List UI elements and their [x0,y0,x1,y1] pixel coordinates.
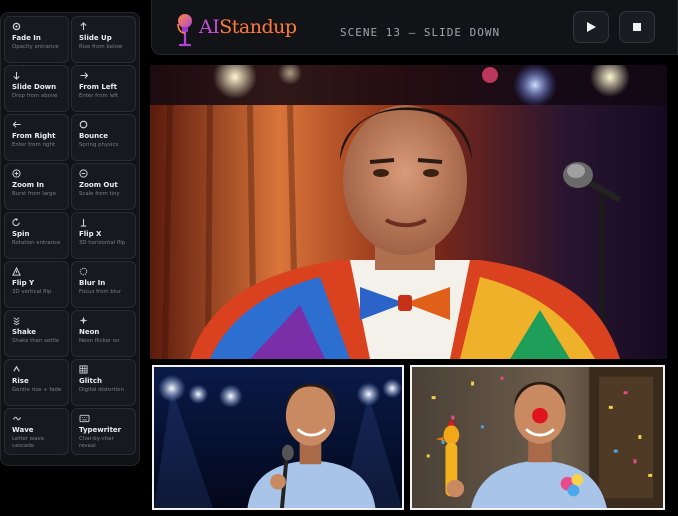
effect-name: From Right [12,132,56,140]
effect-from-left-button[interactable]: From Left Enter from left [71,65,136,112]
shake-icon [12,316,62,326]
effect-blur-in-button[interactable]: Blur In Focus from blur [71,261,136,308]
zoom-out-icon [79,169,129,179]
effect-description: Drop from above [12,93,58,99]
thumbnail-scene-clown[interactable] [410,365,665,510]
effect-description: Enter from left [79,93,119,99]
effect-zoom-out-button[interactable]: Zoom Out Scale from tiny [71,163,136,210]
brand-title: AIStandup [199,16,297,38]
brand-prefix: AI [199,16,220,38]
effect-description: Rise from below [79,44,123,50]
effect-shake-button[interactable]: Shake Shake then settle [4,310,69,357]
sparkle-icon [79,316,129,326]
brand-suffix: Standup [219,16,297,38]
blur-icon [79,267,129,277]
arrow-left-icon [12,120,62,130]
effect-name: Slide Down [12,83,57,91]
rotate-icon [12,218,62,228]
arrow-up-icon [79,22,129,32]
effect-name: Typewriter [79,426,122,434]
wave-icon [12,414,62,424]
effect-flip-x-button[interactable]: Flip X 3D horizontal flip [71,212,136,259]
circle-icon [12,22,62,32]
stop-button[interactable] [619,11,655,43]
stop-icon [633,23,641,31]
effect-glitch-button[interactable]: Glitch Digital distortion [71,359,136,406]
effect-description: Shake then settle [12,338,60,344]
zoom-in-icon [12,169,62,179]
microphone-logo-icon [177,14,192,47]
thumbnail-scene-spotlight[interactable] [152,365,404,510]
effect-flip-y-button[interactable]: Flip Y 3D vertical flip [4,261,69,308]
effect-name: Glitch [79,377,103,385]
effect-description: Enter from right [12,142,56,148]
glitch-icon [79,365,129,375]
flip-x-icon [79,218,129,228]
effect-name: Rise [12,377,29,385]
effect-from-right-button[interactable]: From Right Enter from right [4,114,69,161]
effect-description: Letter wave cascade [12,436,44,449]
effect-name: Neon [79,328,100,336]
effect-slide-down-button[interactable]: Slide Down Drop from above [4,65,69,112]
effect-name: Flip Y [12,279,35,287]
effect-slide-up-button[interactable]: Slide Up Rise from below [71,16,136,63]
arrow-right-icon [79,71,129,81]
effect-wave-button[interactable]: Wave Letter wave cascade [4,408,69,455]
play-icon [587,22,596,32]
effect-spin-button[interactable]: Spin Rotation entrance [4,212,69,259]
effect-name: Shake [12,328,36,336]
effect-name: Zoom In [12,181,45,189]
effect-description: Gentle rise + fade [12,387,62,393]
effect-description: Neon flicker on [79,338,120,344]
effect-zoom-in-button[interactable]: Zoom In Burst from large [4,163,69,210]
effect-description: Opacity entrance [12,44,59,50]
caret-up-icon [12,365,62,375]
effect-bounce-button[interactable]: Bounce Spring physics [71,114,136,161]
top-bar: AIStandup SCENE 13 — SLIDE DOWN [151,0,678,55]
effect-description: 3D vertical flip [12,289,52,295]
effect-name: From Left [79,83,117,91]
effect-name: Wave [12,426,34,434]
effect-name: Blur In [79,279,106,287]
effect-rise-button[interactable]: Rise Gentle rise + fade [4,359,69,406]
effect-name: Fade In [12,34,41,42]
effect-description: Burst from large [12,191,56,197]
effect-description: Digital distortion [79,387,124,393]
ring-icon [79,120,129,130]
effect-description: 3D horizontal flip [79,240,126,246]
scene-label: SCENE 13 — SLIDE DOWN [340,26,501,39]
main-scene-image [150,65,667,359]
effect-description: Scale from tiny [79,191,120,197]
play-button[interactable] [573,11,609,43]
warning-icon [12,267,62,277]
effect-name: Spin [12,230,30,238]
effect-fade-in-button[interactable]: Fade In Opacity entrance [4,16,69,63]
effect-name: Bounce [79,132,109,140]
effect-name: Slide Up [79,34,112,42]
arrow-down-icon [12,71,62,81]
effect-description: Focus from blur [79,289,121,295]
effect-neon-button[interactable]: Neon Neon flicker on [71,310,136,357]
effect-typewriter-button[interactable]: Typewriter Char-by-char reveal [71,408,136,455]
effect-description: Char-by-char reveal [79,436,114,449]
effects-sidebar: Fade In Opacity entrance Slide Up Rise from… [0,12,140,466]
effect-description: Rotation entrance [12,240,61,246]
effect-name: Zoom Out [79,181,118,189]
effect-description: Spring physics [79,142,119,148]
keyboard-icon [79,414,129,424]
effect-name: Flip X [79,230,102,238]
